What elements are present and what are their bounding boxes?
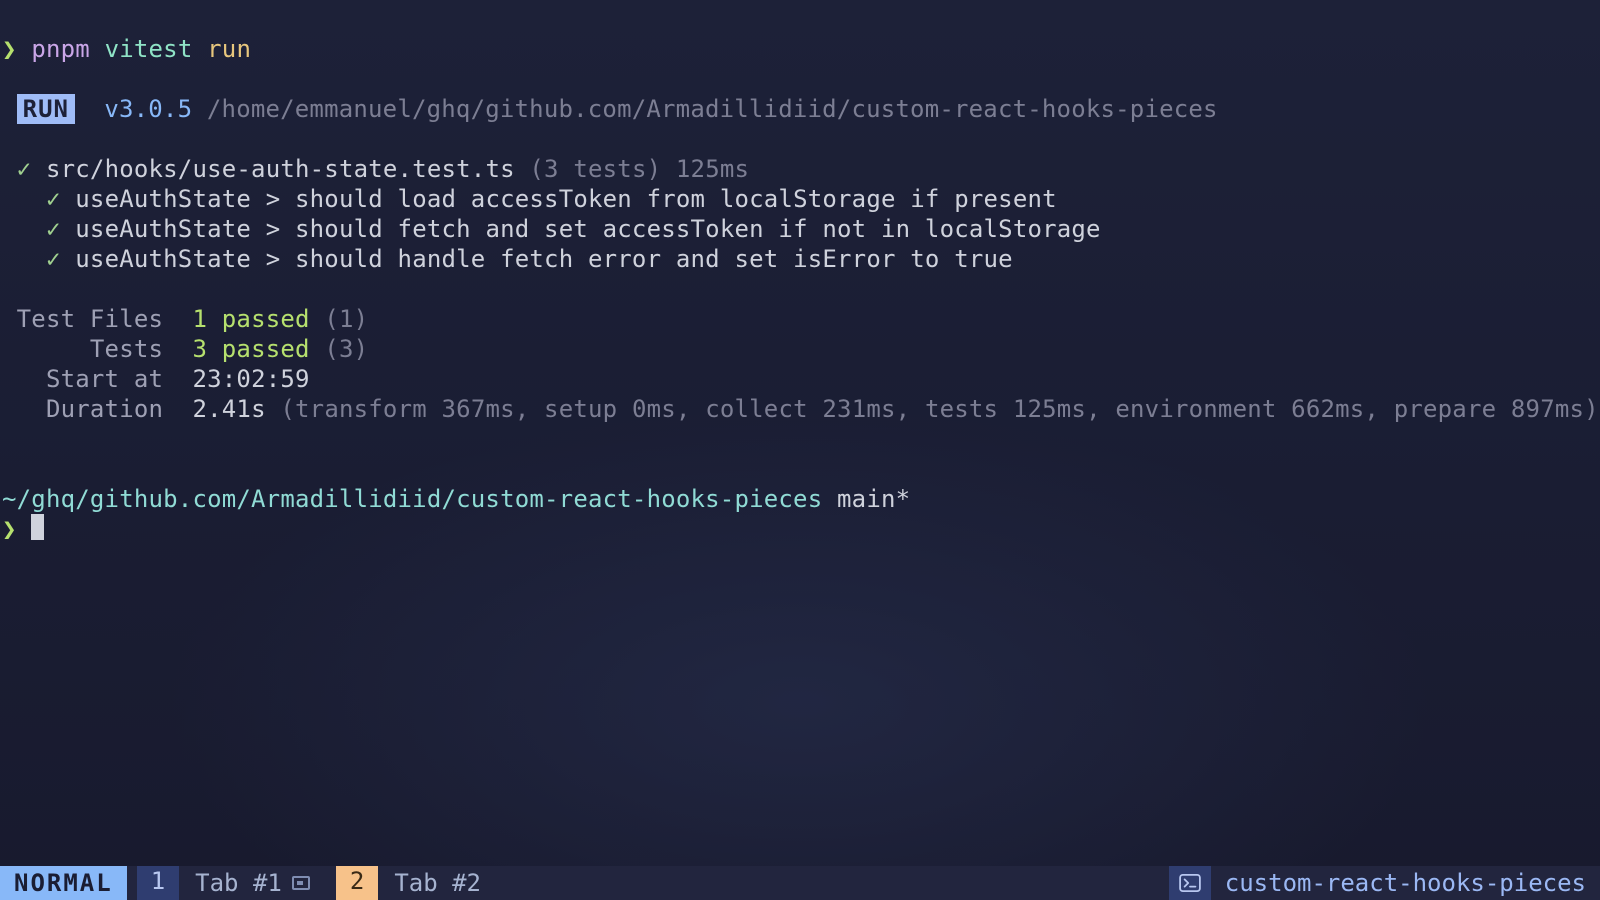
summary-duration-value: 2.41s (192, 395, 265, 423)
shell-branch: main* (837, 485, 910, 513)
summary-files-label: Test Files (17, 305, 164, 333)
project-icon (1169, 866, 1211, 900)
project-name: custom-react-hooks-pieces (1211, 866, 1600, 900)
summary-files-pass: 1 passed (192, 305, 309, 333)
test-file-count: (3 tests) (529, 155, 661, 183)
tab-label: Tab #2 (394, 868, 481, 898)
summary-tests-label: Tests (90, 335, 163, 363)
prompt-flag: run (207, 35, 251, 63)
run-badge: RUN (17, 94, 75, 124)
tab-number-1[interactable]: 1 (137, 866, 179, 900)
summary-tests-pass: 3 passed (192, 335, 309, 363)
mode-indicator: NORMAL (0, 866, 127, 900)
test-line: useAuthState > should load accessToken f… (75, 185, 1057, 213)
tab-number-2[interactable]: 2 (336, 866, 378, 900)
tab-2[interactable]: Tab #2 (378, 866, 497, 900)
statusbar-spacer (497, 866, 1169, 900)
summary-duration-label: Duration (46, 395, 163, 423)
prompt-keyword: pnpm (31, 35, 90, 63)
window-icon (292, 876, 310, 890)
check-icon: ✓ (46, 185, 61, 213)
check-icon: ✓ (17, 155, 32, 183)
test-file-time: 125ms (676, 155, 749, 183)
prompt-command: vitest (105, 35, 193, 63)
check-icon: ✓ (46, 245, 61, 273)
prompt-symbol: ❯ (2, 515, 17, 543)
test-line: useAuthState > should fetch and set acce… (75, 215, 1100, 243)
terminal-icon (1179, 874, 1201, 892)
summary-duration-breakdown: (transform 367ms, setup 0ms, collect 231… (280, 395, 1598, 423)
prompt-symbol: ❯ (2, 35, 17, 63)
status-bar: NORMAL 1 Tab #1 2 Tab #2 custom-react-ho… (0, 866, 1600, 900)
summary-start-label: Start at (46, 365, 163, 393)
terminal-screen[interactable]: ❯ pnpm vitest run RUN v3.0.5 /home/emman… (0, 0, 1600, 900)
test-file-path: src/hooks/use-auth-state.test.ts (46, 155, 515, 183)
vitest-version: v3.0.5 (104, 95, 192, 123)
summary-tests-total: (3) (324, 335, 368, 363)
summary-files-total: (1) (324, 305, 368, 333)
tab-1[interactable]: Tab #1 (179, 866, 326, 900)
shell-cwd: ~/ghq/github.com/Armadillidiid/custom-re… (2, 485, 822, 513)
cursor-block[interactable] (31, 514, 44, 540)
summary-start-time: 23:02:59 (192, 365, 309, 393)
terminal-output: ❯ pnpm vitest run RUN v3.0.5 /home/emman… (2, 4, 1600, 574)
check-icon: ✓ (46, 215, 61, 243)
vitest-cwd: /home/emmanuel/ghq/github.com/Armadillid… (207, 95, 1218, 123)
test-line: useAuthState > should handle fetch error… (75, 245, 1013, 273)
tab-label: Tab #1 (195, 868, 282, 898)
